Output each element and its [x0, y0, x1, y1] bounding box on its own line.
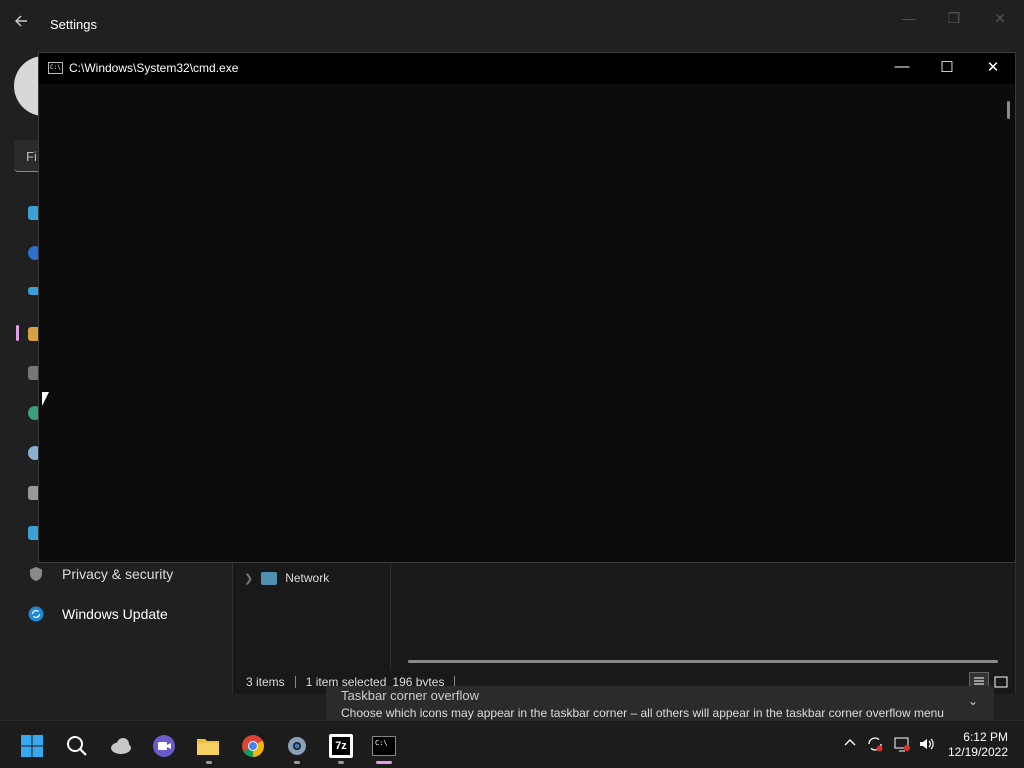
cmd-close-button[interactable]: ✕	[978, 58, 1008, 78]
active-nav-indicator	[16, 325, 19, 341]
chrome-icon[interactable]	[241, 734, 265, 758]
settings-title: Settings	[50, 17, 97, 32]
nav-item-label: Privacy & security	[62, 566, 174, 582]
cmd-title: C:\Windows\System32\cmd.exe	[69, 61, 239, 75]
nav-item-windows-update[interactable]: Windows Update	[28, 606, 168, 622]
settings-minimize-button[interactable]: —	[899, 10, 919, 26]
back-arrow-icon[interactable]	[14, 14, 34, 34]
tiles-view-button[interactable]	[991, 672, 1011, 692]
running-indicator	[338, 761, 344, 764]
teams-icon[interactable]	[152, 734, 176, 758]
settings-gear-icon[interactable]	[285, 734, 309, 758]
show-hidden-icons-chevron-up-icon[interactable]	[843, 735, 857, 752]
network-status-icon[interactable]	[893, 735, 911, 756]
clock-time: 6:12 PM	[963, 730, 1008, 744]
file-explorer-icon[interactable]	[196, 734, 220, 758]
nav-item-privacy-security[interactable]: Privacy & security	[28, 566, 173, 582]
7zip-label: 7z	[332, 737, 350, 755]
search-icon[interactable]	[65, 734, 89, 758]
cmd-titlebar[interactable]: C:\ C:\Windows\System32\cmd.exe — ☐ ✕	[39, 53, 1015, 84]
clock-date: 12/19/2022	[947, 745, 1008, 759]
volume-icon[interactable]	[918, 735, 936, 756]
cmd-maximize-button[interactable]: ☐	[932, 58, 962, 78]
status-separator	[294, 676, 296, 688]
nav-item-label: Windows Update	[62, 606, 168, 622]
chevron-right-icon[interactable]: ❯	[244, 572, 253, 585]
network-icon	[261, 571, 278, 585]
taskbar: 7z C:\ 6:12 PM 12/19/2022	[0, 720, 1024, 768]
running-indicator	[206, 761, 212, 764]
sync-icon[interactable]	[866, 735, 884, 756]
update-icon	[28, 606, 44, 622]
cmd-app-icon: C:\	[48, 62, 63, 74]
cmd-taskbar-icon[interactable]: C:\	[372, 736, 396, 756]
cmd-scrollbar-thumb[interactable]	[1007, 101, 1010, 119]
tree-item-network[interactable]: ❯ Network	[244, 571, 329, 585]
7zip-icon[interactable]: 7z	[329, 734, 353, 758]
taskbar-clock[interactable]: 6:12 PM 12/19/2022	[948, 730, 1008, 760]
card-description: Choose which icons may appear in the tas…	[341, 706, 944, 720]
card-title: Taskbar corner overflow	[341, 688, 479, 703]
mouse-cursor-icon	[42, 392, 55, 406]
cmd-window[interactable]: C:\ C:\Windows\System32\cmd.exe — ☐ ✕	[38, 52, 1016, 563]
settings-titlebar: Settings — ❐ ✕	[0, 0, 1024, 48]
cmd-minimize-button[interactable]: —	[887, 58, 917, 78]
settings-restore-button[interactable]: ❐	[944, 10, 964, 26]
horizontal-scrollbar[interactable]	[408, 660, 998, 663]
settings-close-button[interactable]: ✕	[990, 10, 1010, 26]
active-app-indicator	[376, 761, 392, 764]
onedrive-icon[interactable]	[109, 734, 133, 758]
explorer-pane-divider[interactable]	[390, 562, 391, 670]
start-icon[interactable]	[20, 734, 44, 758]
running-indicator	[294, 761, 300, 764]
status-item-count: 3 items	[246, 675, 285, 689]
cmd-prompt-glyph: C:\	[375, 739, 388, 747]
tree-item-label: Network	[285, 571, 330, 585]
shield-icon	[28, 566, 44, 582]
chevron-down-icon[interactable]: ⌄	[968, 694, 978, 708]
